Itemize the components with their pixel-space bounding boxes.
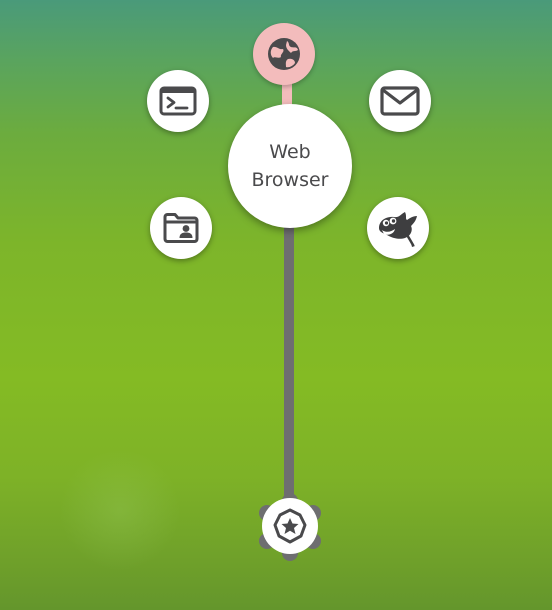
envelope-icon bbox=[380, 86, 420, 116]
gimp-item[interactable] bbox=[367, 197, 429, 259]
contacts-item[interactable] bbox=[150, 197, 212, 259]
mail-item[interactable] bbox=[369, 70, 431, 132]
favorites-root-node[interactable] bbox=[253, 493, 327, 563]
selected-item-label: Web Browser bbox=[251, 141, 329, 191]
gimp-icon bbox=[379, 212, 417, 247]
star-badge-icon bbox=[259, 493, 321, 561]
web-browser-item[interactable] bbox=[253, 23, 315, 85]
terminal-icon bbox=[159, 86, 197, 116]
contact-folder-icon bbox=[163, 213, 199, 243]
selected-item-bubble[interactable]: Web Browser bbox=[228, 104, 352, 228]
terminal-item[interactable] bbox=[147, 70, 209, 132]
drag-trail-vertical bbox=[284, 220, 294, 520]
globe-icon bbox=[268, 38, 300, 70]
